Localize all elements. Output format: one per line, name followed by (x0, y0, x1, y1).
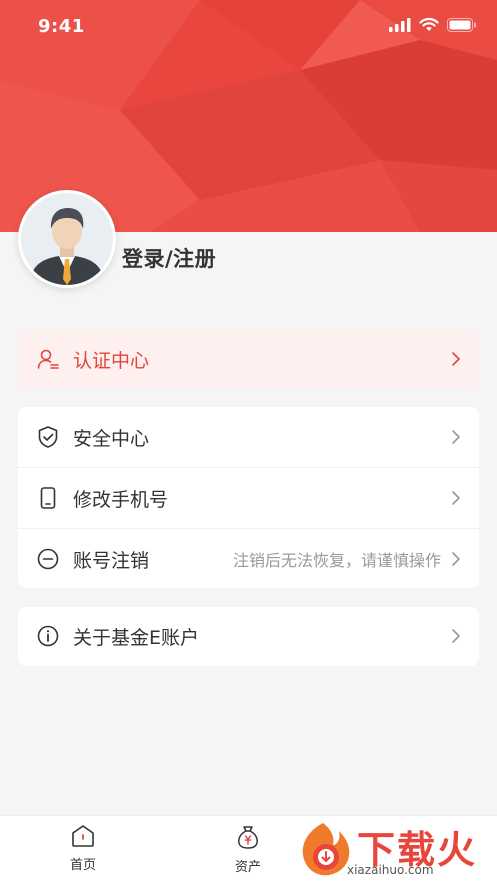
chevron-right-icon (452, 629, 460, 643)
phone-icon (40, 487, 56, 509)
menu-label-change-phone: 修改手机号 (73, 488, 169, 511)
menu-label-certification: 认证中心 (73, 349, 150, 372)
avatar-portrait-icon (21, 193, 113, 285)
status-bar: 9:41 (0, 0, 497, 56)
chevron-right-icon (452, 552, 460, 566)
signal-icon (389, 18, 411, 32)
battery-icon (447, 18, 476, 32)
chevron-right-icon (452, 430, 460, 444)
login-register-link[interactable]: 登录/注册 (122, 243, 216, 273)
avatar[interactable] (18, 190, 116, 288)
watermark-logo: 下载火 xiazaihuo.com (287, 815, 497, 883)
chevron-right-icon (452, 491, 460, 505)
status-time: 9:41 (38, 16, 85, 37)
info-circle-icon (37, 625, 59, 647)
menu-label-about: 关于基金E账户 (73, 626, 200, 649)
menu-item-cancel-account[interactable]: 账号注销 注销后无法恢复，请谨慎操作 (18, 528, 479, 589)
status-icons (389, 18, 477, 32)
watermark-url: xiazaihuo.com (347, 863, 434, 877)
tab-assets[interactable]: 资产 (208, 824, 288, 875)
home-icon (72, 825, 94, 847)
menu-label-security: 安全中心 (73, 427, 150, 450)
tab-label-home: 首页 (69, 858, 96, 873)
about-card: 关于基金E账户 (18, 607, 479, 666)
cancel-account-hint: 注销后无法恢复，请谨慎操作 (232, 551, 441, 570)
wifi-icon (419, 18, 439, 31)
menu-item-certification[interactable]: 认证中心 (18, 330, 479, 388)
profile-screen: 9:41 登录/注册 认证中心 安全中心 修改手机号 账号注销 注销后无法恢复，… (0, 0, 497, 883)
shield-check-icon (38, 426, 58, 448)
chevron-right-icon (452, 352, 460, 366)
certification-card: 认证中心 (18, 330, 479, 388)
tab-home[interactable]: 首页 (43, 824, 123, 873)
user-cert-icon (37, 349, 59, 369)
menu-item-security[interactable]: 安全中心 (18, 407, 479, 467)
menu-item-about[interactable]: 关于基金E账户 (18, 607, 479, 665)
minus-circle-icon (37, 548, 59, 570)
menu-label-cancel-account: 账号注销 (73, 549, 150, 572)
menu-item-change-phone[interactable]: 修改手机号 (18, 467, 479, 528)
account-settings-card: 安全中心 修改手机号 账号注销 注销后无法恢复，请谨慎操作 (18, 407, 479, 588)
tab-label-assets: 资产 (234, 860, 261, 875)
money-bag-icon (238, 826, 258, 849)
